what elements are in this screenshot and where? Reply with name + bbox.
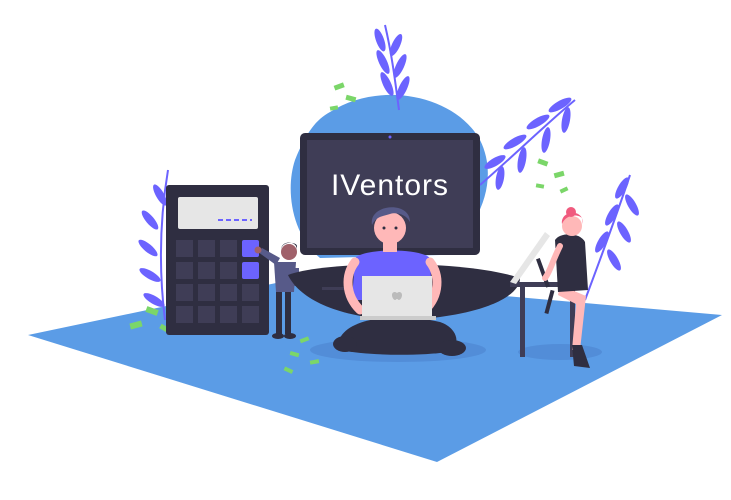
apple-icon [392,291,402,300]
leaf-left-icon [138,169,169,321]
monitor-title: IVentors [331,169,449,202]
illustration: IVentors [28,24,722,462]
leaf-far-right-icon [584,174,639,301]
calculator [166,185,269,335]
shadow-person-right [518,344,602,360]
